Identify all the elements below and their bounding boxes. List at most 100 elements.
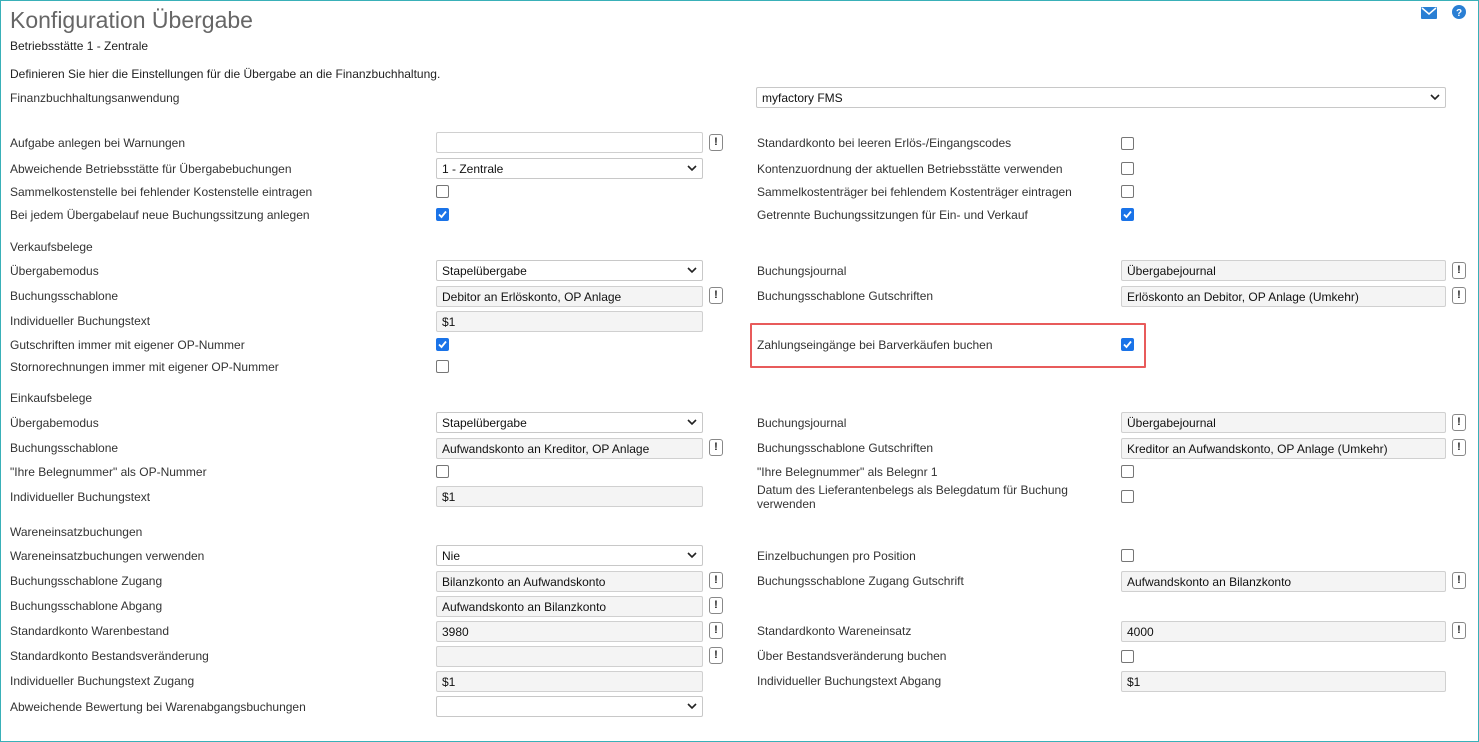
gutschriften-op-checkbox[interactable] [436, 338, 449, 351]
fibu-app-label: Finanzbuchhaltungsanwendung [10, 91, 180, 105]
sammelkostenstelle-label: Sammelkostenstelle bei fehlender Kostens… [10, 185, 313, 199]
svg-text:?: ? [1456, 8, 1462, 19]
ueber-bestand-checkbox[interactable] [1121, 650, 1134, 663]
einkauf-journal-input[interactable]: Übergabejournal [1121, 412, 1446, 433]
verkauf-schablone-exclamation-icon[interactable]: ! [709, 287, 723, 304]
verkauf-schablone-gs-label: Buchungsschablone Gutschriften [757, 289, 934, 303]
gutschriften-op-label: Gutschriften immer mit eigener OP-Nummer [10, 338, 245, 352]
sammelkostentraeger-checkbox[interactable] [1121, 185, 1134, 198]
chevron-down-icon [1430, 94, 1440, 101]
getrennte-label: Getrennte Buchungssitzungen für Ein- und… [757, 208, 1028, 222]
zugang-gs-exclamation-icon[interactable]: ! [1452, 572, 1466, 589]
betriebsstaette-label: Abweichende Betriebsstätte für Übergabeb… [10, 162, 292, 176]
wareneinsatz-verwenden-label: Wareneinsatzbuchungen verwenden [10, 549, 205, 563]
zahlung-checkbox[interactable] [1121, 338, 1134, 351]
checkmark-icon [1123, 340, 1132, 349]
checkmark-icon [1123, 210, 1132, 219]
verkauf-schablone-label: Buchungsschablone [10, 289, 119, 303]
verkauf-journal-exclamation-icon[interactable]: ! [1452, 262, 1466, 279]
section-verkaufsbelege: Verkaufsbelege [10, 240, 93, 254]
verkauf-modus-select[interactable]: Stapelübergabe [436, 260, 703, 281]
zugang-gs-input[interactable]: Aufwandskonto an Bilanzkonto [1121, 571, 1446, 592]
belegnr1-checkbox[interactable] [1121, 465, 1134, 478]
verkauf-text-label: Individueller Buchungstext [10, 314, 151, 328]
abgang-input[interactable]: Aufwandskonto an Bilanzkonto [436, 596, 703, 617]
text-zugang-label: Individueller Buchungstext Zugang [10, 674, 195, 688]
datum-checkbox[interactable] [1121, 490, 1134, 503]
section-wareneinsatzbuchungen: Wareneinsatzbuchungen [10, 525, 143, 539]
belegnr1-label: "Ihre Belegnummer" als Belegnr 1 [757, 465, 938, 479]
getrennte-checkbox[interactable] [1121, 208, 1134, 221]
warenbestand-input[interactable]: 3980 [436, 621, 703, 642]
text-abgang-input[interactable]: $1 [1121, 671, 1446, 692]
fibu-app-select[interactable]: myfactory FMS [756, 87, 1446, 108]
page-description: Definieren Sie hier die Einstellungen fü… [10, 67, 441, 81]
bestandsveraenderung-label: Standardkonto Bestandsveränderung [10, 649, 209, 663]
einkauf-schablone-gs-label: Buchungsschablone Gutschriften [757, 441, 934, 455]
einzel-label: Einzelbuchungen pro Position [757, 549, 916, 563]
neue-sitzung-label: Bei jedem Übergabelauf neue Buchungssitz… [10, 208, 310, 222]
einkauf-journal-exclamation-icon[interactable]: ! [1452, 414, 1466, 431]
ueber-bestand-label: Über Bestandsveränderung buchen [757, 649, 947, 663]
help-icon[interactable]: ? [1452, 5, 1466, 19]
fibu-app-value: myfactory FMS [762, 91, 843, 105]
sammelkostentraeger-label: Sammelkostenträger bei fehlendem Kostent… [757, 185, 1072, 199]
storno-label: Stornorechnungen immer mit eigener OP-Nu… [10, 360, 279, 374]
belegnr-label: "Ihre Belegnummer" als OP-Nummer [10, 465, 207, 479]
checkmark-icon [438, 210, 447, 219]
einkauf-schablone-input[interactable]: Aufwandskonto an Kreditor, OP Anlage [436, 438, 703, 459]
verkauf-schablone-input[interactable]: Debitor an Erlöskonto, OP Anlage [436, 286, 703, 307]
verkauf-journal-input[interactable]: Übergabejournal [1121, 260, 1446, 281]
zugang-input[interactable]: Bilanzkonto an Aufwandskonto [436, 571, 703, 592]
chevron-down-icon [687, 419, 697, 426]
warenbestand-label: Standardkonto Warenbestand [10, 624, 169, 638]
kontenzuordnung-label: Kontenzuordnung der aktuellen Betriebsst… [757, 162, 1063, 176]
abgang-exclamation-icon[interactable]: ! [709, 597, 723, 614]
zugang-label: Buchungsschablone Zugang [10, 574, 163, 588]
bestandsveraenderung-input[interactable] [436, 646, 703, 667]
verkauf-modus-label: Übergabemodus [10, 264, 99, 278]
betriebsstaette-select[interactable]: 1 - Zentrale [436, 158, 703, 179]
mail-icon[interactable] [1421, 7, 1437, 19]
einkauf-schablone-gs-input[interactable]: Kreditor an Aufwandskonto, OP Anlage (Um… [1121, 438, 1446, 459]
chevron-down-icon [687, 267, 697, 274]
wareneinsatz-konto-exclamation-icon[interactable]: ! [1452, 622, 1466, 639]
wareneinsatz-verwenden-select[interactable]: Nie [436, 545, 703, 566]
einkauf-schablone-label: Buchungsschablone [10, 441, 119, 455]
standardkonto-label: Standardkonto bei leeren Erlös-/Eingangs… [757, 136, 1012, 150]
einzel-checkbox[interactable] [1121, 549, 1134, 562]
text-zugang-input[interactable]: $1 [436, 671, 703, 692]
einkauf-schablone-exclamation-icon[interactable]: ! [709, 439, 723, 456]
wareneinsatz-konto-input[interactable]: 4000 [1121, 621, 1446, 642]
warenbestand-exclamation-icon[interactable]: ! [709, 622, 723, 639]
neue-sitzung-checkbox[interactable] [436, 208, 449, 221]
bewertung-label: Abweichende Bewertung bei Warenabgangsbu… [10, 700, 306, 714]
bewertung-select[interactable] [436, 696, 703, 717]
bestandsveraenderung-exclamation-icon[interactable]: ! [709, 647, 723, 664]
verkauf-schablone-gs-exclamation-icon[interactable]: ! [1452, 287, 1466, 304]
page-subtitle: Betriebsstätte 1 - Zentrale [10, 39, 149, 53]
wareneinsatz-konto-label: Standardkonto Wareneinsatz [757, 624, 912, 638]
einkauf-schablone-gs-exclamation-icon[interactable]: ! [1452, 439, 1466, 456]
datum-label: Datum des Lieferantenbelegs als Belegdat… [757, 483, 1068, 511]
einkauf-text-input[interactable]: $1 [436, 486, 703, 507]
verkauf-schablone-gs-input[interactable]: Erlöskonto an Debitor, OP Anlage (Umkehr… [1121, 286, 1446, 307]
aufgabe-exclamation-icon[interactable]: ! [709, 134, 723, 151]
kontenzuordnung-checkbox[interactable] [1121, 162, 1134, 175]
verkauf-text-input[interactable]: $1 [436, 311, 703, 332]
einkauf-text-label: Individueller Buchungstext [10, 490, 151, 504]
storno-checkbox[interactable] [436, 360, 449, 373]
standardkonto-checkbox[interactable] [1121, 137, 1134, 150]
einkauf-modus-select[interactable]: Stapelübergabe [436, 412, 703, 433]
wareneinsatz-verwenden-value: Nie [442, 549, 461, 563]
zugang-exclamation-icon[interactable]: ! [709, 572, 723, 589]
aufgabe-input[interactable] [436, 132, 703, 153]
zahlung-label: Zahlungseingänge bei Barverkäufen buchen [757, 338, 993, 352]
belegnr-checkbox[interactable] [436, 465, 449, 478]
page-title: Konfiguration Übergabe [10, 7, 253, 33]
checkmark-icon [438, 340, 447, 349]
zugang-gs-label: Buchungsschablone Zugang Gutschrift [757, 574, 964, 588]
section-einkaufsbelege: Einkaufsbelege [10, 391, 93, 405]
sammelkostenstelle-checkbox[interactable] [436, 185, 449, 198]
einkauf-journal-label: Buchungsjournal [757, 416, 847, 430]
